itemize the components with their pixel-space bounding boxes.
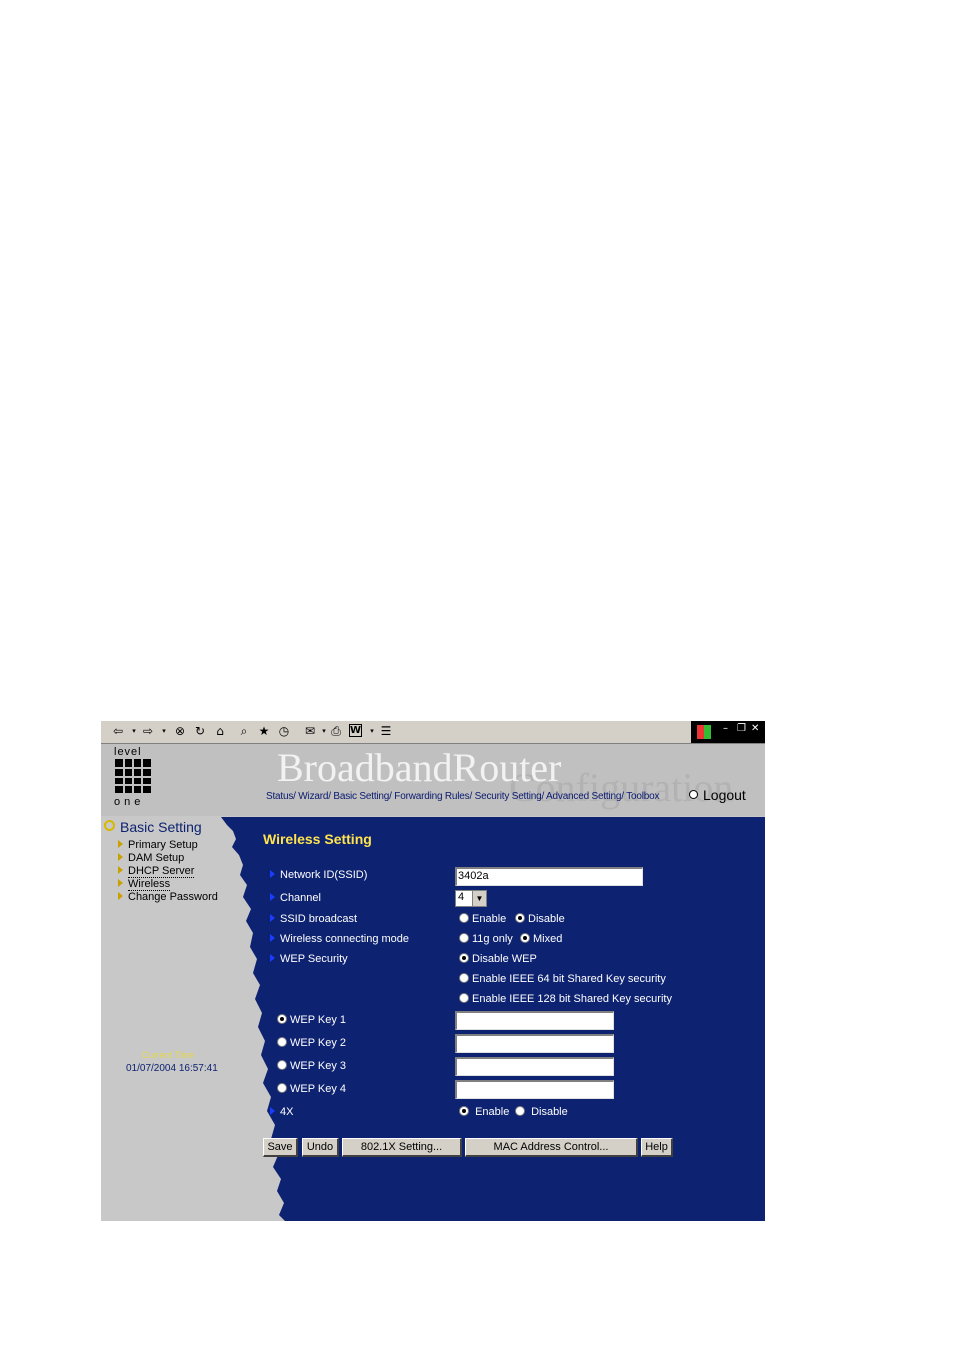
wep-key-4-input[interactable]	[455, 1080, 614, 1099]
refresh-icon[interactable]: ↻	[193, 724, 207, 738]
button-row: Save Undo 802.1X Setting... MAC Address …	[263, 1137, 683, 1159]
radio-button[interactable]	[459, 993, 469, 1003]
fourx-label: 4X	[270, 1106, 293, 1118]
help-button[interactable]: Help	[641, 1138, 673, 1157]
close-icon[interactable]: ✕	[751, 723, 759, 734]
ssid-broadcast-disable[interactable]: Disable	[515, 913, 565, 925]
window-controls: – ❐ ✕	[691, 721, 765, 743]
search-icon[interactable]: ⌕	[237, 724, 251, 738]
radio-button[interactable]	[277, 1037, 287, 1047]
brand-title: BroadbandRouter	[277, 745, 562, 790]
stop-icon[interactable]: ⊗	[173, 724, 187, 738]
top-nav[interactable]: Status/ Wizard/ Basic Setting/ Forwardin…	[266, 791, 659, 802]
wep-key-1-input[interactable]	[455, 1011, 614, 1030]
undo-button[interactable]: Undo	[302, 1138, 339, 1157]
chevron-down-icon[interactable]: ▼	[472, 891, 486, 906]
arrow-icon	[270, 893, 275, 901]
arrow-icon	[118, 840, 123, 848]
page-header: level one Configuration BroadbandRouter …	[101, 744, 765, 816]
arrow-icon	[270, 870, 275, 878]
home-icon[interactable]: ⌂	[213, 724, 227, 738]
arrow-icon	[270, 934, 275, 942]
channel-select[interactable]: 4 ▼	[455, 890, 487, 907]
forward-icon[interactable]: ⇨	[141, 724, 155, 738]
radio-button-selected[interactable]	[515, 913, 525, 923]
mode-label: Wireless connecting mode	[270, 933, 409, 945]
wep-key-2-input[interactable]	[455, 1034, 614, 1053]
sidebar-item-dam-setup[interactable]: DAM Setup	[118, 852, 184, 864]
history-icon[interactable]: ◷	[277, 724, 291, 738]
radio-button-selected[interactable]	[277, 1014, 287, 1024]
favorites-icon[interactable]: ★	[257, 724, 271, 738]
radio-button[interactable]	[277, 1083, 287, 1093]
wep-128bit[interactable]: Enable IEEE 128 bit Shared Key security	[459, 993, 672, 1005]
sidebar-item-change-password[interactable]: Change Password	[118, 891, 218, 903]
minimize-icon[interactable]: –	[723, 723, 728, 734]
edit-icon[interactable]: W	[349, 724, 362, 737]
radio-button[interactable]	[459, 973, 469, 983]
mac-address-control-button[interactable]: MAC Address Control...	[465, 1138, 638, 1157]
dropdown-icon[interactable]: ▾	[365, 724, 379, 738]
arrow-icon	[118, 879, 123, 887]
dropdown-icon[interactable]: ▾	[157, 724, 171, 738]
browser-screenshot: ⇦ ▾ ⇨ ▾ ⊗ ↻ ⌂ ⌕ ★ ◷ ✉ ▾ ⎙ W ▾ ☰ – ❐ ✕ le…	[101, 721, 765, 1221]
arrow-icon	[118, 866, 123, 874]
wep-key-4-label[interactable]: WEP Key 4	[277, 1083, 346, 1095]
arrow-icon	[118, 853, 123, 861]
ssid-broadcast-label: SSID broadcast	[270, 913, 357, 925]
sidebar-item-dhcp-server[interactable]: DHCP Server	[118, 865, 195, 878]
arrow-icon	[118, 892, 123, 900]
current-time-label: Current Time	[142, 1050, 195, 1060]
bullet-icon	[104, 820, 115, 831]
wep-key-1-label[interactable]: WEP Key 1	[277, 1014, 346, 1026]
windows-logo-icon	[697, 725, 711, 739]
radio-button-selected[interactable]	[459, 953, 469, 963]
current-time: 01/07/2004 16:57:41	[126, 1063, 218, 1074]
arrow-icon	[270, 954, 275, 962]
mode-11g-only[interactable]: 11g only	[459, 933, 513, 945]
wep-security-label: WEP Security	[270, 953, 348, 965]
save-button[interactable]: Save	[263, 1138, 298, 1157]
channel-label: Channel	[270, 892, 321, 904]
sidebar-item-wireless[interactable]: Wireless	[118, 878, 171, 891]
logo-mark	[115, 759, 151, 793]
radio-button[interactable]	[459, 913, 469, 923]
levelone-logo: level one	[114, 746, 154, 808]
sidebar-item-primary-setup[interactable]: Primary Setup	[118, 839, 198, 851]
dot1x-setting-button[interactable]: 802.1X Setting...	[342, 1138, 462, 1157]
mail-icon[interactable]: ✉	[303, 724, 317, 738]
wep-disable[interactable]: Disable WEP	[459, 953, 537, 965]
page-title: Wireless Setting	[263, 831, 372, 847]
discuss-icon[interactable]: ☰	[379, 724, 393, 738]
restore-icon[interactable]: ❐	[737, 723, 746, 734]
mode-mixed[interactable]: Mixed	[520, 933, 562, 945]
ssid-label: Network ID(SSID)	[270, 869, 367, 881]
fourx-disable[interactable]: Disable	[515, 1106, 568, 1118]
wep-key-3-input[interactable]	[455, 1057, 614, 1076]
arrow-icon	[270, 914, 275, 922]
radio-button-selected[interactable]	[459, 1106, 469, 1116]
torn-edge-background	[101, 817, 285, 1221]
fourx-enable[interactable]: Enable	[459, 1106, 509, 1118]
dropdown-icon[interactable]: ▾	[127, 724, 141, 738]
ssid-broadcast-enable[interactable]: Enable	[459, 913, 506, 925]
wep-key-3-label[interactable]: WEP Key 3	[277, 1060, 346, 1072]
logout-link[interactable]: Logout	[689, 787, 746, 803]
bullet-icon	[689, 790, 698, 799]
arrow-icon	[270, 1107, 275, 1115]
ssid-input[interactable]: 3402a	[455, 867, 643, 886]
back-icon[interactable]: ⇦	[111, 724, 125, 738]
radio-button[interactable]	[459, 933, 469, 943]
sidebar-section-title[interactable]: Basic Setting	[104, 819, 202, 835]
wep-64bit[interactable]: Enable IEEE 64 bit Shared Key security	[459, 973, 666, 985]
wep-key-2-label[interactable]: WEP Key 2	[277, 1037, 346, 1049]
browser-toolbar: ⇦ ▾ ⇨ ▾ ⊗ ↻ ⌂ ⌕ ★ ◷ ✉ ▾ ⎙ W ▾ ☰ – ❐ ✕	[101, 721, 765, 744]
radio-button[interactable]	[277, 1060, 287, 1070]
print-icon[interactable]: ⎙	[329, 724, 343, 738]
main-area: Basic Setting Primary Setup DAM Setup DH…	[101, 817, 765, 1221]
radio-button-selected[interactable]	[520, 933, 530, 943]
radio-button[interactable]	[515, 1106, 525, 1116]
